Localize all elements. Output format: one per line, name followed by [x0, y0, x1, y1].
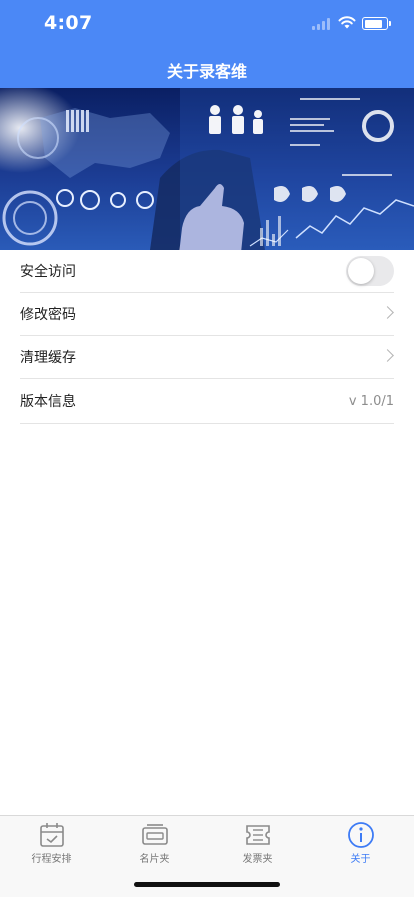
secure-access-row: 安全访问 [20, 250, 394, 293]
tab-schedule-label: 行程安排 [31, 854, 72, 865]
toggle-knob [348, 258, 374, 284]
status-time: 4:07 [44, 12, 93, 34]
page-title: 关于录客维 [166, 62, 247, 81]
tab-about[interactable]: 关于 [309, 816, 412, 866]
battery-icon [362, 17, 391, 30]
version-row: 版本信息 v 1.0/1 [20, 379, 394, 424]
card-holder-icon [142, 824, 168, 845]
tab-invoice[interactable]: 发票夹 [206, 816, 309, 866]
clear-cache-label: 清理缓存 [20, 350, 76, 366]
secure-access-toggle[interactable] [346, 256, 394, 286]
info-icon [348, 822, 374, 848]
change-password-label: 修改密码 [20, 307, 76, 323]
tab-card-holder-label: 名片夹 [139, 854, 170, 865]
version-label: 版本信息 [20, 394, 76, 410]
calendar-icon [40, 823, 64, 847]
home-indicator[interactable] [134, 882, 280, 887]
tab-invoice-label: 发票夹 [242, 854, 273, 865]
wifi-icon [338, 16, 356, 29]
settings-list: 安全访问 修改密码 清理缓存 版本信息 v 1.0/1 [20, 250, 394, 424]
chevron-right-icon [381, 306, 394, 319]
chevron-right-icon [381, 349, 394, 362]
tab-about-label: 关于 [350, 854, 371, 865]
tab-schedule[interactable]: 行程安排 [0, 816, 103, 866]
top-bar: 4:07 关于录客维 [0, 0, 414, 88]
tab-card-holder[interactable]: 名片夹 [103, 816, 206, 866]
banner-image [0, 88, 414, 250]
secure-access-label: 安全访问 [20, 264, 76, 280]
clear-cache-row[interactable]: 清理缓存 [20, 336, 394, 379]
version-value: v 1.0/1 [348, 393, 394, 409]
ticket-icon [246, 825, 270, 845]
change-password-row[interactable]: 修改密码 [20, 293, 394, 336]
signal-icon [312, 18, 332, 30]
